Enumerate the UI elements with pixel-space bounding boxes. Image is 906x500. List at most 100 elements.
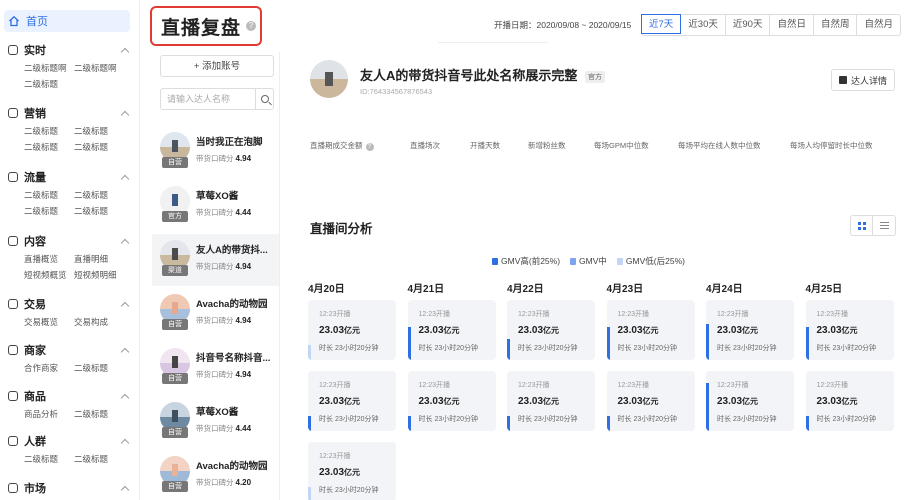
account-item[interactable]: 自营 当时我正在泡脚 带货口碑分 4.94 <box>152 126 279 178</box>
talent-detail-button[interactable]: 达人详情 <box>831 69 895 91</box>
account-name: 当时我正在泡脚 <box>196 137 263 148</box>
chevron-up-icon <box>120 47 130 56</box>
range-tab-2[interactable]: 近90天 <box>726 15 771 35</box>
session-amount-value: 23.03 <box>418 325 444 336</box>
range-tab-4[interactable]: 自然周 <box>814 15 858 35</box>
session-duration: 时长 23小时20分钟 <box>319 487 379 494</box>
account-item[interactable]: 自营 Avacha的动物园 带货口碑分 4.20 <box>152 450 279 500</box>
sidebar-section-header[interactable]: 营销 <box>8 106 132 120</box>
sidebar-subitem[interactable]: 二级标题 <box>74 203 124 219</box>
chevron-up-icon <box>120 110 130 119</box>
session-card[interactable]: 12:23开播 23.03亿元 时长 23小时20分钟 <box>805 300 894 360</box>
sidebar-section-header[interactable]: 人群 <box>8 434 132 448</box>
session-card[interactable]: 12:23开播 23.03亿元 时长 23小时20分钟 <box>507 371 595 431</box>
session-amount-value: 23.03 <box>816 396 842 407</box>
sidebar-subitem[interactable]: 二级标题 <box>24 139 74 155</box>
score-label: 带货口碑分 <box>196 208 234 217</box>
sidebar-subitem[interactable]: 二级标题 <box>74 360 124 376</box>
sidebar-subitem[interactable]: 商品分析 <box>24 406 74 422</box>
range-tabs: 近7天 近30天 近90天 自然日 自然周 自然月 <box>641 14 901 36</box>
session-amount-unit: 亿元 <box>642 397 659 406</box>
sidebar-subitem[interactable]: 二级标题 <box>74 123 124 139</box>
session-amount-value: 23.03 <box>617 396 643 407</box>
session-card[interactable]: 12:23开播 23.03亿元 时长 23小时20分钟 <box>805 371 894 431</box>
sidebar-subitem[interactable]: 直播概览 <box>24 251 74 267</box>
sidebar-subitem[interactable]: 合作商家 <box>24 360 74 376</box>
sidebar-subitem[interactable]: 直播明细 <box>74 251 124 267</box>
sidebar-subitem[interactable]: 二级标题啊 <box>24 60 74 76</box>
list-view-button[interactable] <box>873 216 895 235</box>
sidebar-section-header[interactable]: 商家 <box>8 343 132 357</box>
sidebar-subitem[interactable]: 交易概览 <box>24 314 74 330</box>
sidebar-subitem[interactable]: 短视频概览 <box>24 267 74 283</box>
sidebar-section-header[interactable]: 市场 <box>8 481 132 495</box>
sidebar-subitems: 二级标题 二级标题 二级标题 二级标题 <box>8 123 132 155</box>
account-type-tag: 自营 <box>162 427 188 438</box>
metric-label-text: 每场人均停留时长中位数 <box>790 141 873 150</box>
account-item[interactable]: 自营 Avacha的动物园 带货口碑分 4.94 <box>152 288 279 340</box>
account-item[interactable]: 渠道 友人A的带货抖... 带货口碑分 4.94 <box>152 234 279 286</box>
sidebar-subitem[interactable]: 二级标题 <box>74 139 124 155</box>
sidebar-subitem[interactable]: 短视频明细 <box>74 267 124 283</box>
day-header: 4月23日 <box>606 284 644 295</box>
sidebar-subitem[interactable]: 交易构成 <box>74 314 124 330</box>
session-card[interactable]: 12:23开播 23.03亿元 时长 23小时20分钟 <box>606 300 695 360</box>
session-card[interactable]: 12:23开播 23.03亿元 时长 23小时20分钟 <box>507 300 595 360</box>
chevron-up-icon <box>120 438 130 447</box>
sidebar-section-header[interactable]: 实时 <box>8 43 132 57</box>
account-item[interactable]: 自营 草莓XO酱 带货口碑分 4.44 <box>152 396 279 448</box>
gmv-level-bar <box>407 416 411 431</box>
session-duration: 时长 23小时20分钟 <box>418 416 479 423</box>
range-tab-5[interactable]: 自然月 <box>857 15 900 35</box>
sidebar-subitem[interactable]: 二级标题 <box>24 203 74 219</box>
sidebar-subitem[interactable]: 二级标题 <box>74 451 124 467</box>
session-card[interactable]: 12:23开播 23.03亿元 时长 23小时20分钟 <box>407 300 496 360</box>
sidebar-section-5: 商家合作商家 二级标题 <box>8 343 132 376</box>
day-header: 4月21日 <box>407 284 445 295</box>
session-amount-value: 23.03 <box>319 396 345 407</box>
gmv-level-bar <box>308 416 311 431</box>
realtime-icon <box>8 45 18 55</box>
session-start-time: 12:23开播 <box>518 382 550 389</box>
score-value: 4.94 <box>235 262 252 271</box>
range-tab-3[interactable]: 自然日 <box>770 15 814 35</box>
sidebar-section-header[interactable]: 内容 <box>8 234 132 248</box>
session-card[interactable]: 12:23开播 23.03亿元 时长 23小时20分钟 <box>706 300 794 360</box>
sidebar-section-header[interactable]: 交易 <box>8 297 132 311</box>
session-card[interactable]: 12:23开播 23.03亿元 时长 23小时20分钟 <box>706 371 794 431</box>
search-button[interactable] <box>255 89 273 109</box>
sidebar-subitem[interactable]: 二级标题 <box>74 406 124 422</box>
sidebar-subitem[interactable]: 二级标题 <box>24 451 74 467</box>
session-card[interactable]: 12:23开播 23.03亿元 时长 23小时20分钟 <box>308 442 396 500</box>
account-type-tag: 自营 <box>162 481 188 492</box>
sidebar-section-header[interactable]: 流量 <box>8 170 132 184</box>
score-value: 4.20 <box>235 478 252 487</box>
session-card[interactable]: 12:23开播 23.03亿元 时长 23小时20分钟 <box>407 371 496 431</box>
session-card[interactable]: 12:23开播 23.03亿元 时长 23小时20分钟 <box>308 300 396 360</box>
product-icon <box>8 391 18 401</box>
sidebar-subitem[interactable]: 二级标题 <box>24 187 74 203</box>
range-tab-0[interactable]: 近7天 <box>641 14 682 34</box>
grid-view-button[interactable] <box>851 216 873 235</box>
range-tab-1[interactable]: 近30天 <box>681 15 726 35</box>
account-item[interactable]: 自营 抖音号名称抖音... 带货口碑分 4.94 <box>152 342 279 394</box>
sidebar-section-title: 营销 <box>24 108 46 120</box>
session-amount: 23.03亿元 <box>419 396 460 407</box>
account-item[interactable]: 官方 草莓XO酱 带货口碑分 4.44 <box>152 180 279 232</box>
session-card[interactable]: 12:23开播 23.03亿元 时长 23小时20分钟 <box>308 371 396 431</box>
sidebar-item-home[interactable]: 首页 <box>4 10 130 32</box>
help-icon[interactable]: ? <box>365 143 374 151</box>
sidebar-subitem[interactable]: 二级标题 <box>24 76 74 92</box>
sidebar-subitem[interactable]: 二级标题啊 <box>74 60 124 76</box>
help-icon[interactable]: ? <box>246 21 257 31</box>
add-account-button[interactable]: + 添加账号 <box>160 55 274 77</box>
session-amount-value: 23.03 <box>816 325 842 336</box>
gmv-level-bar <box>308 487 311 500</box>
session-card[interactable]: 12:23开播 23.03亿元 时长 23小时20分钟 <box>606 371 695 431</box>
sidebar-subitem[interactable]: 二级标题 <box>24 123 74 139</box>
sidebar-subitem[interactable]: 二级标题 <box>74 187 124 203</box>
account-name: Avacha的动物园 <box>196 461 268 472</box>
sidebar-section-header[interactable]: 商品 <box>8 389 132 403</box>
search-input[interactable] <box>161 89 255 109</box>
session-amount-unit: 亿元 <box>443 397 460 406</box>
